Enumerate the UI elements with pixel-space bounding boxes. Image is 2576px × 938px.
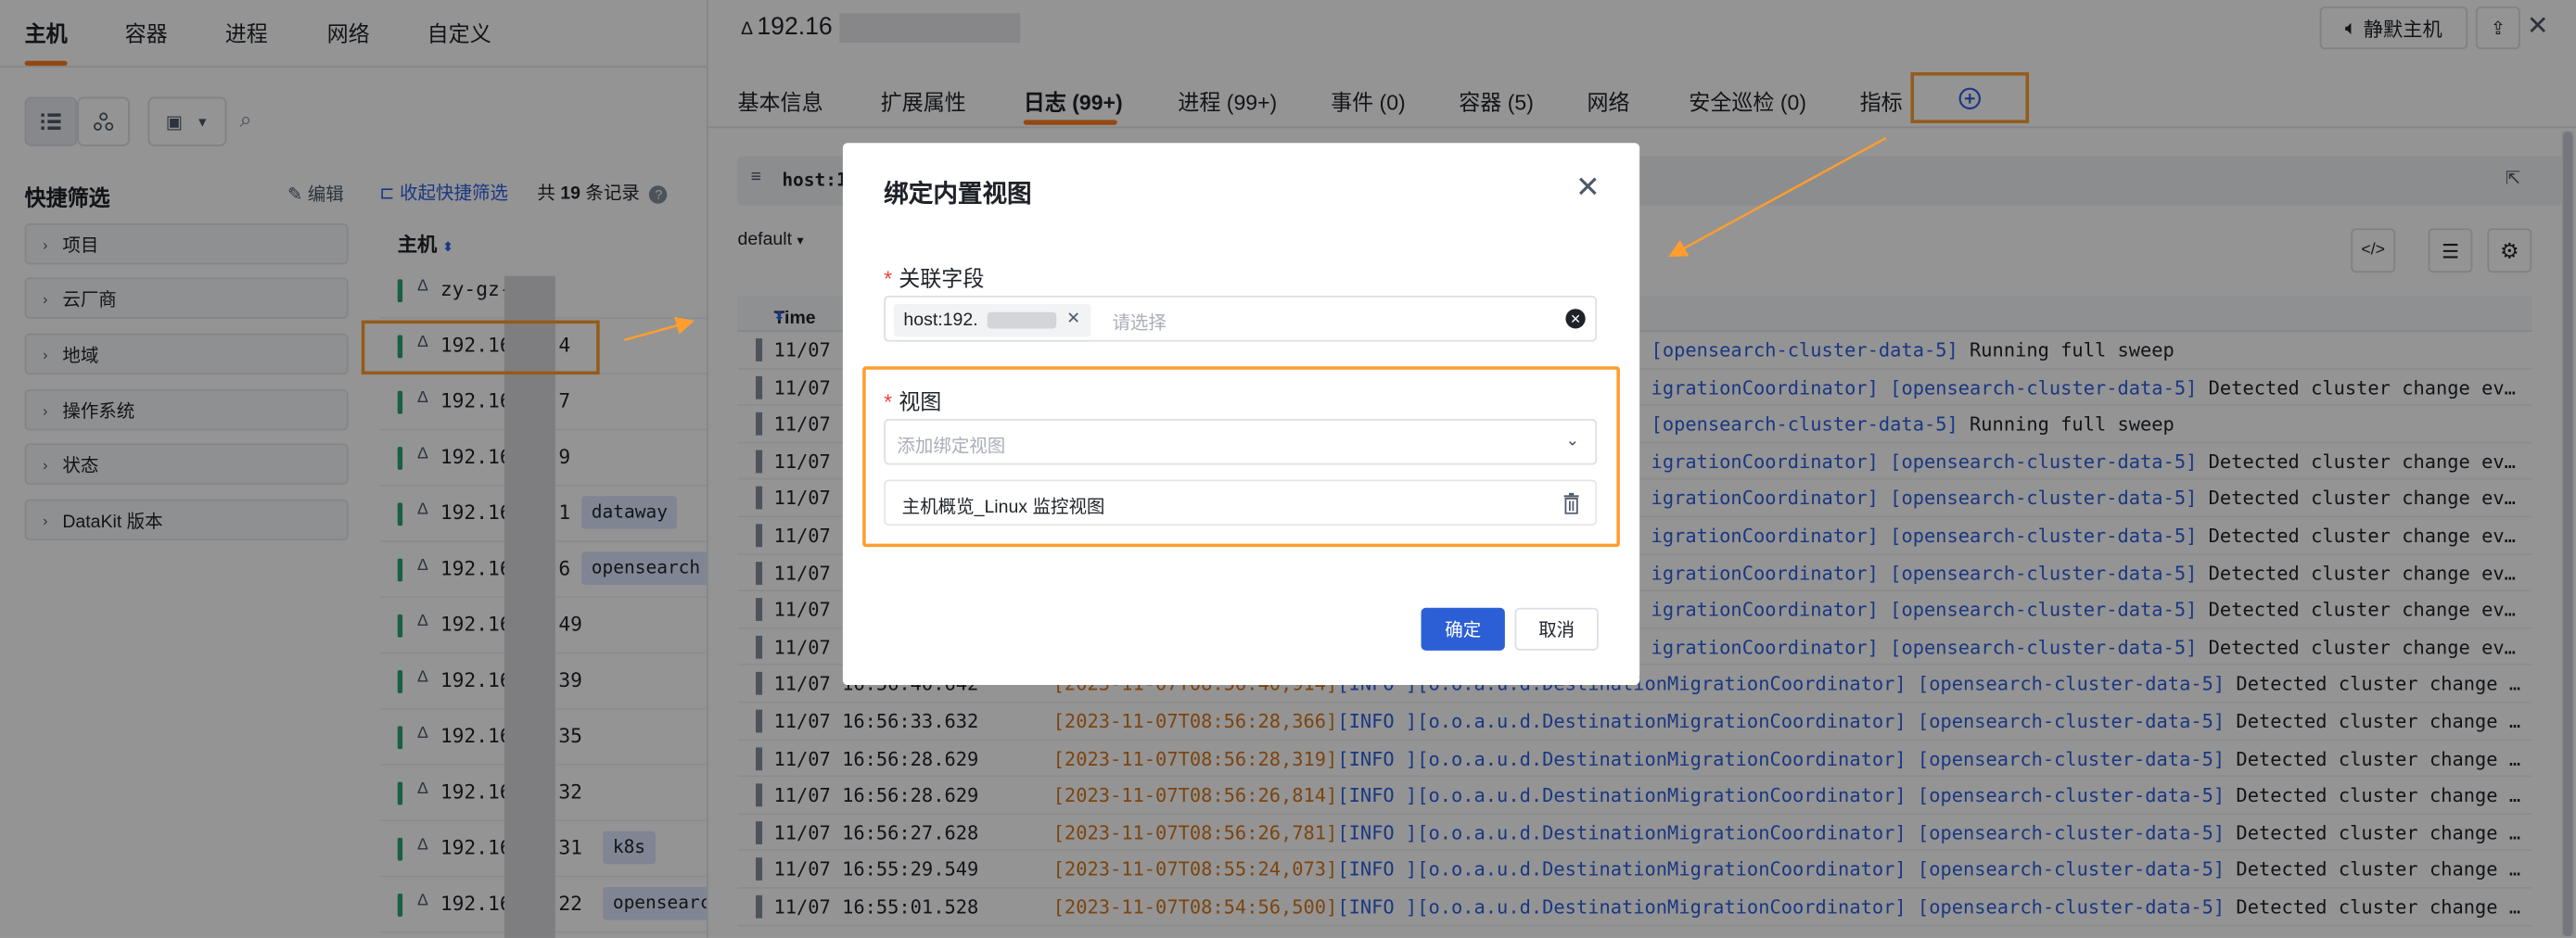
bound-view-item: 主机概览_Linux 监控视图 (884, 479, 1598, 526)
associated-field-select[interactable]: host:192. ✕ 请选择 ✕ (884, 296, 1598, 342)
view-placeholder: 添加绑定视图 (897, 437, 1006, 457)
confirm-button[interactable]: 确定 (1421, 607, 1505, 651)
selected-field-chip: host:192. ✕ (893, 303, 1090, 337)
field-view-label: * 视图 (884, 389, 942, 414)
modal-title: 绑定内置视图 (884, 180, 1032, 209)
add-view-select[interactable]: 添加绑定视图 ⌄ (884, 418, 1598, 465)
bind-view-modal: 绑定内置视图 ✕ * 关联字段 host:192. ✕ 请选择 ✕ * 视图 添加绑… (842, 143, 1640, 686)
redacted-text (988, 311, 1057, 329)
cancel-button[interactable]: 取消 (1514, 607, 1599, 651)
bound-view-label: 主机概览_Linux 监控视图 (901, 498, 1105, 518)
chip-label: host:192. (903, 310, 978, 331)
chevron-down-icon: ⌄ (1565, 432, 1580, 450)
trash-icon[interactable] (1562, 492, 1580, 514)
close-icon[interactable]: ✕ (1575, 171, 1600, 205)
field-associated-label: * 关联字段 (884, 266, 985, 291)
clear-icon[interactable]: ✕ (1565, 309, 1586, 329)
chip-remove-icon[interactable]: ✕ (1066, 304, 1080, 336)
field-placeholder: 请选择 (1112, 313, 1167, 334)
